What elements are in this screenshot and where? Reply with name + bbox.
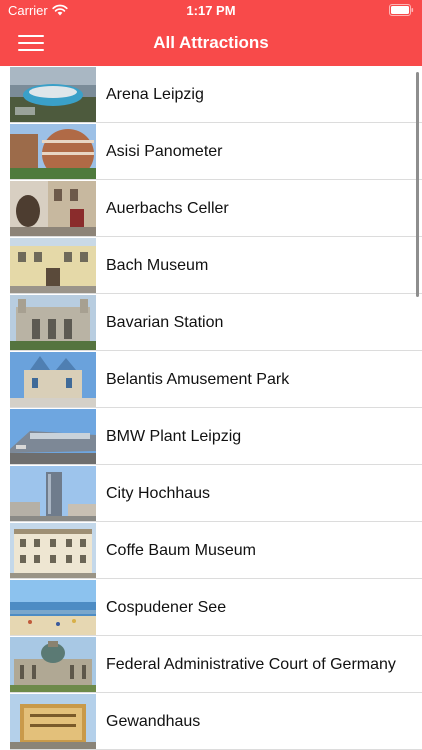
- list-item[interactable]: City Hochhaus: [0, 465, 422, 522]
- attraction-thumbnail: [10, 181, 96, 236]
- list-item[interactable]: Auerbachs Celler: [0, 180, 422, 237]
- attraction-name: BMW Plant Leipzig: [106, 428, 242, 445]
- battery-icon: [389, 4, 414, 16]
- attraction-name: Auerbachs Celler: [106, 200, 229, 217]
- attraction-thumbnail: [10, 580, 96, 635]
- attraction-name: Bach Museum: [106, 257, 209, 274]
- attraction-name: City Hochhaus: [106, 485, 211, 502]
- list-item[interactable]: Coffe Baum Museum: [0, 522, 422, 579]
- attraction-name: Bavarian Station: [106, 314, 224, 331]
- list-item[interactable]: Arena Leipzig: [0, 66, 422, 123]
- status-bar: Carrier 1:17 PM: [0, 0, 422, 22]
- attraction-thumbnail: [10, 409, 96, 464]
- attraction-name: Federal Administrative Court of Germany: [106, 656, 396, 673]
- attraction-thumbnail: [10, 466, 96, 521]
- attraction-thumbnail: [10, 295, 96, 350]
- list-scrollbar[interactable]: [416, 72, 419, 297]
- list-item[interactable]: Belantis Amusement Park: [0, 351, 422, 408]
- attraction-name: Coffe Baum Museum: [106, 542, 256, 559]
- attraction-thumbnail: [10, 694, 96, 749]
- attraction-thumbnail: [10, 352, 96, 407]
- status-time: 1:17 PM: [186, 3, 236, 18]
- attractions-list[interactable]: Arena Leipzig Asisi Panometer Auerbachs …: [0, 66, 422, 750]
- attraction-thumbnail: [10, 124, 96, 179]
- attraction-thumbnail: [10, 238, 96, 293]
- attraction-thumbnail: [10, 637, 96, 692]
- attraction-name: Cospudener See: [106, 599, 227, 616]
- attraction-name: Gewandhaus: [106, 713, 201, 730]
- list-item[interactable]: Federal Administrative Court of Germany: [0, 636, 422, 693]
- page-title: All Attractions: [153, 33, 269, 52]
- attraction-thumbnail: [10, 523, 96, 578]
- attraction-name: Arena Leipzig: [106, 86, 204, 103]
- list-item[interactable]: Bavarian Station: [0, 294, 422, 351]
- attraction-thumbnail: [10, 67, 96, 122]
- app-header: Carrier 1:17 PM All Attractions: [0, 0, 422, 66]
- list-item[interactable]: Bach Museum: [0, 237, 422, 294]
- list-item[interactable]: Cospudener See: [0, 579, 422, 636]
- attraction-name: Belantis Amusement Park: [106, 371, 290, 388]
- list-item[interactable]: Asisi Panometer: [0, 123, 422, 180]
- attraction-name: Asisi Panometer: [106, 143, 223, 160]
- list-item[interactable]: BMW Plant Leipzig: [0, 408, 422, 465]
- navigation-bar: All Attractions: [0, 22, 422, 66]
- list-item[interactable]: Gewandhaus: [0, 693, 422, 750]
